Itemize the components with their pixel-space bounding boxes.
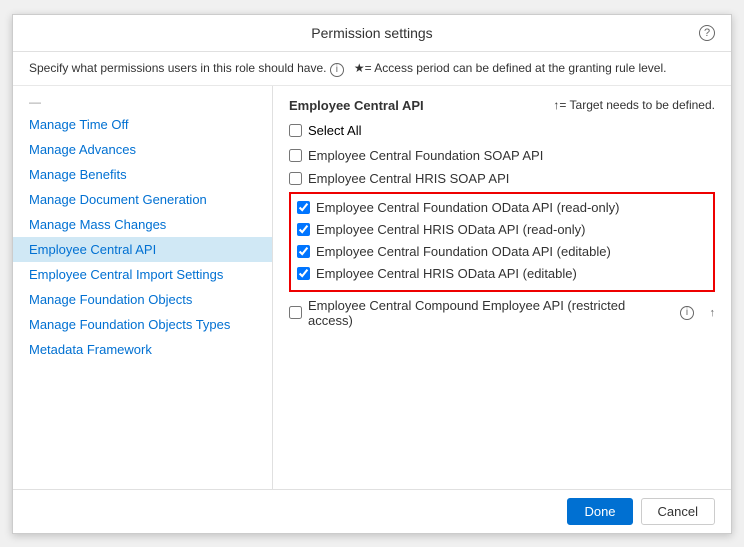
checkbox-row-hris-soap-api: Employee Central HRIS SOAP API <box>289 169 715 188</box>
dialog-header: Permission settings ? <box>13 15 731 52</box>
checkbox-foundation-odata-readonly[interactable] <box>297 201 310 214</box>
section-header: Employee Central API ↑= Target needs to … <box>289 98 715 113</box>
sidebar-item-employee-central-api[interactable]: Employee Central API <box>13 237 272 262</box>
checkbox-soap-api[interactable] <box>289 149 302 162</box>
checkbox-row-hris-odata-readonly: Employee Central HRIS OData API (read-on… <box>297 220 707 239</box>
checkbox-foundation-odata-editable[interactable] <box>297 245 310 258</box>
checkbox-row-hris-odata-editable: Employee Central HRIS OData API (editabl… <box>297 264 707 283</box>
dialog-footer: Done Cancel <box>13 489 731 533</box>
info-note: ★= Access period can be defined at the g… <box>354 61 667 75</box>
info-text: Specify what permissions users in this r… <box>29 61 326 75</box>
label-foundation-odata-editable[interactable]: Employee Central Foundation OData API (e… <box>316 244 611 259</box>
checkbox-compound-employee-api[interactable] <box>289 306 302 319</box>
sidebar-item-manage-foundation-objects-types[interactable]: Manage Foundation Objects Types <box>13 312 272 337</box>
compound-api-info-icon[interactable]: i <box>680 306 694 320</box>
dialog-title: Permission settings <box>311 25 432 41</box>
done-button[interactable]: Done <box>567 498 632 525</box>
info-bar: Specify what permissions users in this r… <box>13 52 731 86</box>
main-content: Employee Central API ↑= Target needs to … <box>273 86 731 489</box>
label-foundation-odata-readonly[interactable]: Employee Central Foundation OData API (r… <box>316 200 620 215</box>
sidebar-truncated: — <box>13 92 272 112</box>
sidebar-item-employee-central-import-settings[interactable]: Employee Central Import Settings <box>13 262 272 287</box>
permission-settings-dialog: Permission settings ? Specify what permi… <box>12 14 732 534</box>
checkbox-hris-soap-api[interactable] <box>289 172 302 185</box>
select-all-row: Select All <box>289 121 715 140</box>
section-title: Employee Central API <box>289 98 424 113</box>
label-hris-soap-api[interactable]: Employee Central HRIS SOAP API <box>308 171 509 186</box>
info-icon-small: i <box>330 63 344 77</box>
sidebar-item-manage-time-off[interactable]: Manage Time Off <box>13 112 272 137</box>
sidebar-item-manage-benefits[interactable]: Manage Benefits <box>13 162 272 187</box>
sidebar: — Manage Time Off Manage Advances Manage… <box>13 86 273 489</box>
sidebar-item-manage-foundation-objects[interactable]: Manage Foundation Objects <box>13 287 272 312</box>
highlighted-group: Employee Central Foundation OData API (r… <box>289 192 715 292</box>
help-icon[interactable]: ? <box>699 25 715 41</box>
select-all-checkbox[interactable] <box>289 124 302 137</box>
sidebar-item-manage-mass-changes[interactable]: Manage Mass Changes <box>13 212 272 237</box>
sidebar-item-metadata-framework[interactable]: Metadata Framework <box>13 337 272 362</box>
target-label: ↑= Target needs to be defined. <box>553 98 715 112</box>
checkbox-row-soap-api: Employee Central Foundation SOAP API <box>289 146 715 165</box>
checkbox-row-compound-employee-api: Employee Central Compound Employee API (… <box>289 296 715 330</box>
cancel-button[interactable]: Cancel <box>641 498 715 525</box>
select-all-label[interactable]: Select All <box>308 123 361 138</box>
label-hris-odata-readonly[interactable]: Employee Central HRIS OData API (read-on… <box>316 222 586 237</box>
checkbox-hris-odata-editable[interactable] <box>297 267 310 280</box>
sidebar-item-manage-advances[interactable]: Manage Advances <box>13 137 272 162</box>
label-compound-employee-api[interactable]: Employee Central Compound Employee API (… <box>308 298 665 328</box>
label-soap-api[interactable]: Employee Central Foundation SOAP API <box>308 148 543 163</box>
sidebar-item-manage-document-generation[interactable]: Manage Document Generation <box>13 187 272 212</box>
content-area: — Manage Time Off Manage Advances Manage… <box>13 86 731 489</box>
dialog-body: Specify what permissions users in this r… <box>13 52 731 489</box>
label-hris-odata-editable[interactable]: Employee Central HRIS OData API (editabl… <box>316 266 577 281</box>
checkbox-row-foundation-odata-editable: Employee Central Foundation OData API (e… <box>297 242 707 261</box>
checkbox-hris-odata-readonly[interactable] <box>297 223 310 236</box>
checkbox-row-foundation-odata-readonly: Employee Central Foundation OData API (r… <box>297 198 707 217</box>
compound-api-target-icon: ↑ <box>710 307 716 319</box>
